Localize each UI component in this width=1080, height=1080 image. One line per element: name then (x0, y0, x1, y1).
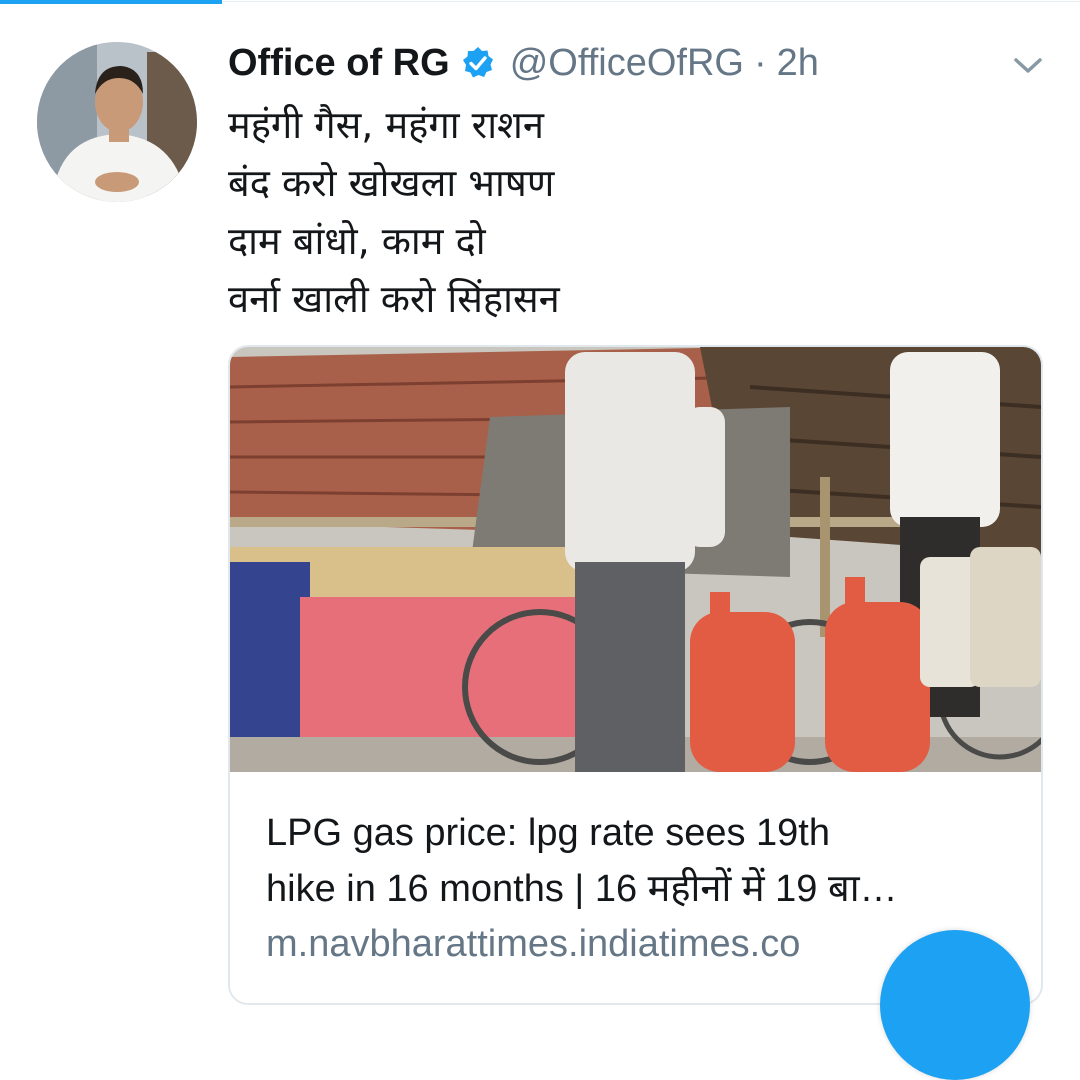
card-domain[interactable]: m.navbharattimes.indiatimes.co (266, 923, 800, 966)
avatar[interactable] (37, 42, 197, 202)
card-title-line: LPG gas price: lpg rate sees 19th (266, 812, 830, 854)
card-image[interactable] (230, 347, 1041, 772)
card-title-line: hike in 16 months | 16 महीनों में 19 बा… (266, 868, 898, 910)
tweet-line: दाम बांधो, काम दो (228, 219, 486, 263)
display-name[interactable]: Office of RG (228, 42, 450, 85)
compose-button[interactable] (880, 930, 1030, 1080)
verified-badge-icon (460, 45, 496, 81)
separator-dot: · (753, 41, 767, 84)
chevron-down-icon[interactable] (1010, 50, 1046, 80)
user-handle[interactable]: @OfficeOfRG (510, 42, 744, 85)
active-tab-indicator (0, 0, 222, 4)
tweet-line: बंद करो खोखला भाषण (228, 161, 555, 205)
timestamp[interactable]: 2h (777, 42, 819, 85)
tweet-line: महंगी गैस, महंगा राशन (228, 103, 544, 147)
header-divider (222, 1, 1080, 2)
link-preview-card[interactable]: LPG gas price: lpg rate sees 19th hike i… (228, 345, 1043, 1005)
tweet-text: महंगी गैस, महंगा राशन बंद करो खोखला भाषण… (228, 96, 1028, 328)
tweet-line: वर्ना खाली करो सिंहासन (228, 277, 560, 321)
card-title[interactable]: LPG gas price: lpg rate sees 19th hike i… (266, 805, 1006, 917)
tweet-header: Office of RG @OfficeOfRG · 2h (228, 38, 819, 88)
